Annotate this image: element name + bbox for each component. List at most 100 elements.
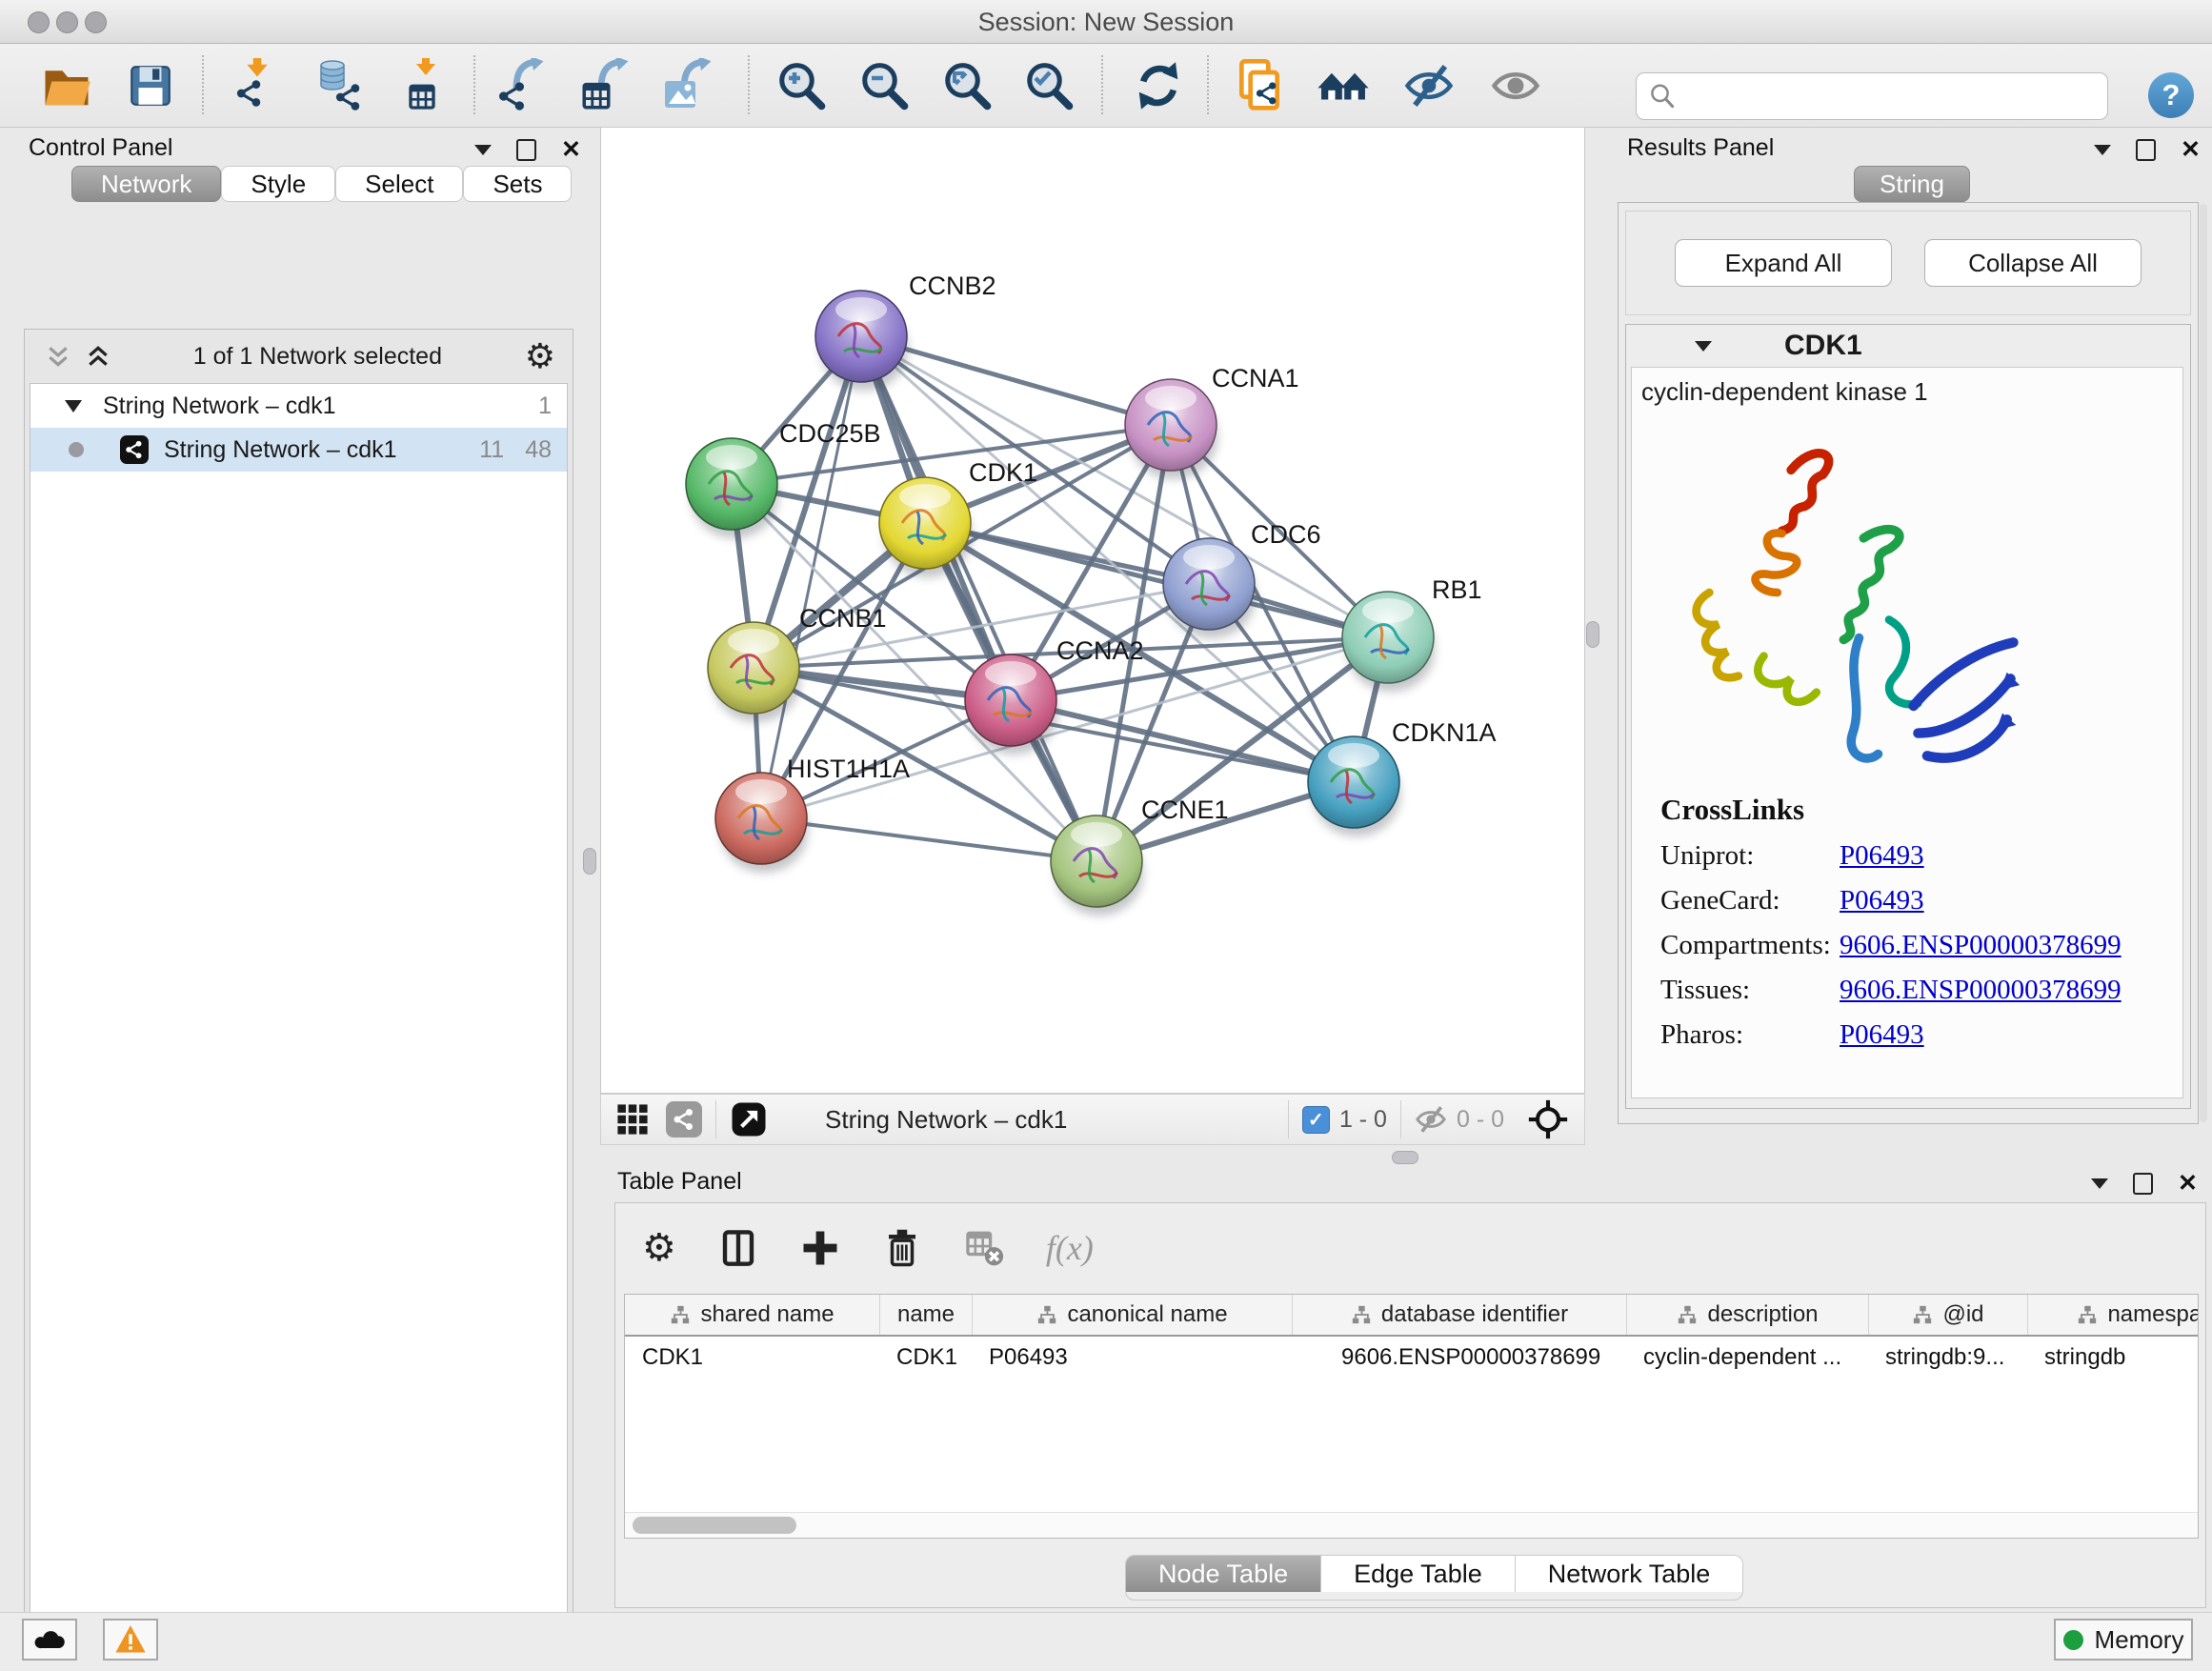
tab-network[interactable]: Network bbox=[71, 166, 221, 202]
crosslink-link[interactable]: P06493 bbox=[1840, 840, 1924, 872]
import-network-database-icon[interactable] bbox=[310, 58, 367, 113]
expand-all-networks-icon[interactable] bbox=[86, 344, 111, 369]
results-panel-close-icon[interactable]: ✕ bbox=[2181, 138, 2201, 162]
fit-selected-crosshair-icon[interactable] bbox=[1527, 1098, 1569, 1140]
network-edge[interactable] bbox=[761, 336, 861, 818]
network-node-HIST1H1A[interactable]: HIST1H1A bbox=[715, 755, 910, 873]
home-pages-icon[interactable] bbox=[1316, 58, 1371, 113]
refresh-icon[interactable] bbox=[1133, 60, 1184, 111]
column-header-database-identifier[interactable]: database identifier bbox=[1292, 1295, 1626, 1335]
crosslink-link[interactable]: 9606.ENSP00000378699 bbox=[1840, 930, 2122, 961]
column-header-description[interactable]: description bbox=[1626, 1295, 1868, 1335]
crosslink-label: GeneCard: bbox=[1660, 885, 1840, 916]
right-splitter-handle[interactable] bbox=[1586, 621, 1599, 648]
add-column-icon[interactable] bbox=[800, 1228, 840, 1268]
network-node-CDKN1A[interactable]: CDKN1A bbox=[1308, 718, 1497, 836]
crosslinks-section: CrossLinks Uniprot:P06493GeneCard:P06493… bbox=[1660, 793, 2122, 1051]
crosslink-link[interactable]: P06493 bbox=[1840, 1019, 1924, 1051]
tab-select[interactable]: Select bbox=[335, 166, 463, 202]
tab-network-table[interactable]: Network Table bbox=[1515, 1556, 1743, 1592]
column-header--id[interactable]: @id bbox=[1868, 1295, 2027, 1335]
network-options-gear-icon[interactable]: ⚙ bbox=[525, 339, 555, 373]
open-view-icon[interactable] bbox=[730, 1100, 768, 1138]
network-node-CCNE1[interactable]: CCNE1 bbox=[1051, 795, 1229, 916]
table-panel-menu-icon[interactable] bbox=[2091, 1178, 2108, 1189]
results-scrollbar[interactable] bbox=[2200, 204, 2207, 1122]
collapse-all-networks-icon[interactable] bbox=[46, 344, 70, 369]
export-image-icon[interactable] bbox=[661, 58, 714, 113]
table-panel-close-icon[interactable]: ✕ bbox=[2178, 1172, 2198, 1196]
column-header-name[interactable]: name bbox=[879, 1295, 972, 1335]
expand-all-button[interactable]: Expand All bbox=[1675, 239, 1892, 287]
table-cell[interactable]: cyclin-dependent ... bbox=[1626, 1344, 1868, 1371]
zoom-in-icon[interactable] bbox=[775, 60, 827, 111]
table-cell[interactable]: stringdb bbox=[2027, 1344, 2199, 1371]
network-node-RB1[interactable]: RB1 bbox=[1342, 575, 1482, 692]
table-cell[interactable]: CDK1 bbox=[879, 1344, 972, 1371]
column-header-namespace[interactable]: namespace bbox=[2027, 1295, 2199, 1335]
view-grid-icon[interactable] bbox=[616, 1103, 649, 1136]
table-row[interactable]: CDK1CDK1P064939606.ENSP00000378699cyclin… bbox=[625, 1337, 2198, 1379]
function-builder-icon[interactable]: f(x) bbox=[1046, 1228, 1094, 1268]
clear-table-icon[interactable] bbox=[964, 1228, 1004, 1268]
collapse-all-button[interactable]: Collapse All bbox=[1924, 239, 2142, 287]
search-field[interactable] bbox=[1686, 82, 2096, 111]
table-panel-float-icon[interactable] bbox=[2133, 1173, 2153, 1195]
memory-button[interactable]: Memory bbox=[2054, 1619, 2193, 1661]
string-network-graph[interactable]: CCNB2CCNA1CDC25BCDK1CDC6RB1CCNB1CCNA2CDK… bbox=[601, 128, 1584, 1093]
save-session-icon[interactable] bbox=[127, 62, 174, 110]
network-node-CCNB2[interactable]: CCNB2 bbox=[815, 272, 996, 391]
control-panel-close-icon[interactable]: ✕ bbox=[561, 138, 581, 162]
left-splitter-handle[interactable] bbox=[583, 848, 596, 875]
crosslink-link[interactable]: 9606.ENSP00000378699 bbox=[1840, 975, 2122, 1006]
network-node-CCNA1[interactable]: CCNA1 bbox=[1125, 364, 1299, 479]
network-canvas[interactable]: CCNB2CCNA1CDC25BCDK1CDC6RB1CCNB1CCNA2CDK… bbox=[600, 127, 1585, 1094]
scrollbar-thumb[interactable] bbox=[633, 1517, 796, 1534]
export-table-icon[interactable] bbox=[578, 58, 632, 113]
results-panel-menu-icon[interactable] bbox=[2094, 145, 2111, 155]
zoom-selected-icon[interactable] bbox=[1023, 60, 1075, 111]
search-input[interactable] bbox=[1636, 72, 2108, 120]
warnings-button[interactable] bbox=[103, 1619, 158, 1661]
column-header-canonical-name[interactable]: canonical name bbox=[972, 1295, 1292, 1335]
network-node-CDC6[interactable]: CDC6 bbox=[1163, 520, 1321, 638]
zoom-out-icon[interactable] bbox=[858, 60, 910, 111]
tab-style[interactable]: Style bbox=[221, 166, 335, 202]
hidden-eye-slash-icon[interactable] bbox=[1415, 1103, 1447, 1136]
toggle-column-panel-icon[interactable] bbox=[718, 1228, 758, 1268]
zoom-fit-icon[interactable] bbox=[941, 60, 993, 111]
tab-sets[interactable]: Sets bbox=[463, 166, 572, 202]
tab-edge-table[interactable]: Edge Table bbox=[1320, 1556, 1515, 1592]
network-thumbnail-icon[interactable] bbox=[666, 1101, 702, 1137]
table-cell[interactable]: CDK1 bbox=[625, 1344, 879, 1371]
crosslink-link[interactable]: P06493 bbox=[1840, 885, 1924, 916]
table-cell[interactable]: stringdb:9... bbox=[1868, 1344, 2027, 1371]
table-options-gear-icon[interactable]: ⚙ bbox=[642, 1229, 676, 1267]
hide-selected-icon[interactable] bbox=[1403, 60, 1455, 111]
tree-expander-icon[interactable] bbox=[65, 400, 82, 413]
control-panel-float-icon[interactable] bbox=[516, 139, 536, 161]
network-tree-item[interactable]: String Network – cdk11 bbox=[30, 384, 567, 428]
help-button[interactable]: ? bbox=[2148, 72, 2194, 118]
import-network-file-icon[interactable] bbox=[231, 58, 287, 113]
table-cell[interactable]: P06493 bbox=[972, 1344, 1292, 1371]
show-all-icon[interactable] bbox=[1490, 60, 1541, 111]
open-session-icon[interactable] bbox=[41, 60, 92, 111]
cloud-status-button[interactable] bbox=[22, 1619, 77, 1661]
network-edge[interactable] bbox=[761, 818, 1096, 861]
delete-column-icon[interactable] bbox=[882, 1228, 922, 1268]
copy-network-icon[interactable] bbox=[1233, 59, 1286, 112]
table-cell[interactable]: 9606.ENSP00000378699 bbox=[1292, 1344, 1626, 1371]
export-network-icon[interactable] bbox=[495, 58, 549, 113]
tab-string[interactable]: String bbox=[1854, 166, 1970, 202]
tab-node-table[interactable]: Node Table bbox=[1126, 1556, 1320, 1592]
network-tree-item[interactable]: String Network – cdk11148 bbox=[30, 428, 567, 472]
gene-card-collapse-icon[interactable] bbox=[1695, 341, 1712, 352]
control-panel-menu-icon[interactable] bbox=[474, 145, 492, 155]
import-table-icon[interactable] bbox=[399, 58, 452, 113]
string-network-icon bbox=[120, 435, 149, 464]
column-header-shared-name[interactable]: shared name bbox=[625, 1295, 879, 1335]
results-panel-float-icon[interactable] bbox=[2136, 139, 2156, 161]
selected-checkbox[interactable]: ✓ bbox=[1302, 1106, 1330, 1134]
table-horizontal-scrollbar[interactable] bbox=[625, 1512, 2198, 1538]
